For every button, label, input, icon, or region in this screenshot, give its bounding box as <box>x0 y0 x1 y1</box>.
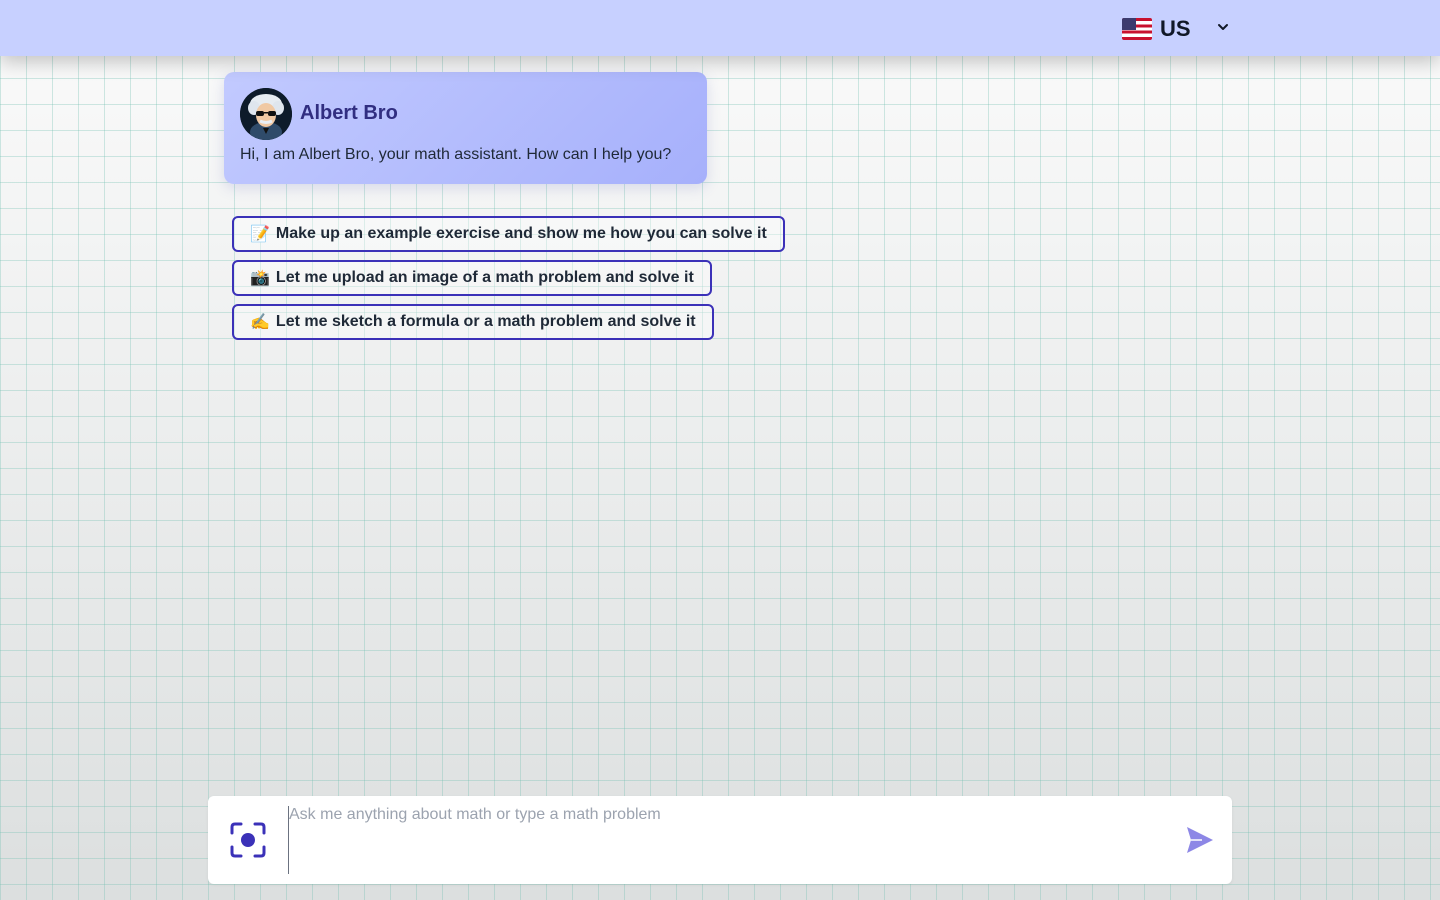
bot-greeting-card: Albert Bro Hi, I am Albert Bro, your mat… <box>224 72 707 184</box>
language-selector[interactable]: US <box>1122 12 1234 46</box>
language-label: US <box>1160 16 1191 41</box>
suggestion-example-exercise[interactable]: 📝 Make up an example exercise and show m… <box>232 216 785 252</box>
suggestion-upload-image[interactable]: 📸 Let me upload an image of a math probl… <box>232 260 712 296</box>
chevron-down-icon <box>1218 24 1228 30</box>
top-bar: US <box>0 0 1440 56</box>
suggestion-sketch-formula[interactable]: ✍️ Let me sketch a formula or a math pro… <box>232 304 714 340</box>
suggestion-label: Let me upload an image of a math problem… <box>275 269 694 286</box>
send-icon[interactable] <box>1184 824 1216 856</box>
camera-scan-icon[interactable] <box>228 820 268 860</box>
suggestion-label: Let me sketch a formula or a math proble… <box>275 313 696 330</box>
writing-hand-icon: ✍️ <box>250 314 270 331</box>
camera-flash-icon: 📸 <box>250 270 270 287</box>
chat-composer <box>208 796 1232 884</box>
us-flag-icon <box>1122 18 1152 40</box>
albert-avatar <box>240 88 292 140</box>
suggestion-label: Make up an example exercise and show me … <box>275 225 767 242</box>
bot-greeting-message: Hi, I am Albert Bro, your math assistant… <box>240 146 672 163</box>
bot-name: Albert Bro <box>300 102 398 124</box>
chat-input[interactable] <box>288 806 1168 874</box>
memo-icon: 📝 <box>250 226 270 243</box>
